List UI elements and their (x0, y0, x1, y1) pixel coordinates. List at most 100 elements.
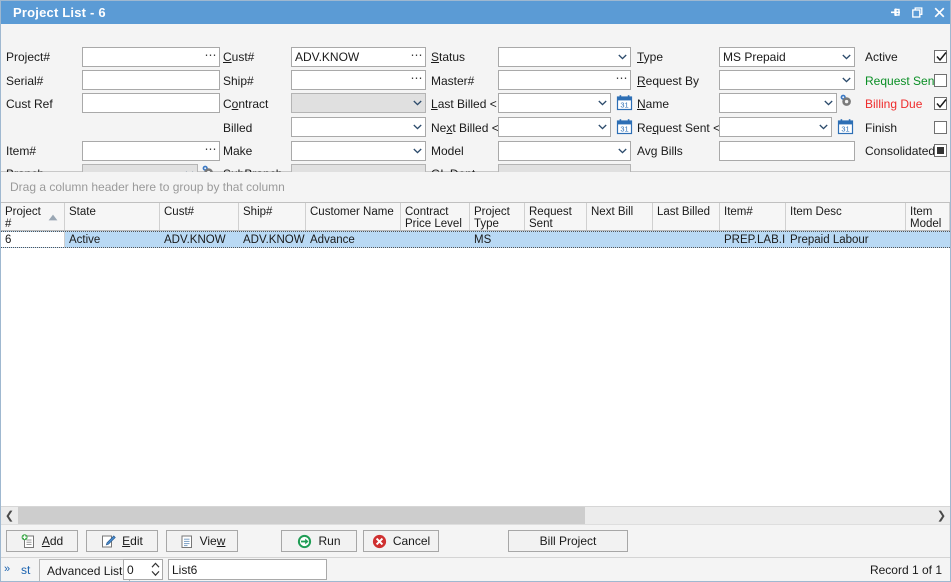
item-number-input[interactable]: ⋯ (82, 141, 220, 161)
request-sent-checkbox[interactable] (934, 74, 947, 87)
scrollbar-track[interactable] (18, 507, 933, 524)
run-button[interactable]: Run (281, 530, 357, 552)
close-icon[interactable] (928, 2, 950, 23)
scroll-right-icon[interactable]: ❯ (933, 507, 950, 524)
grid-column-header[interactable]: Item# (720, 203, 786, 230)
name-gear-icon[interactable] (838, 93, 853, 109)
table-cell (525, 232, 587, 247)
grid-column-header[interactable]: Item Desc (786, 203, 906, 230)
chevron-down-icon[interactable] (821, 100, 836, 106)
ellipsis-icon[interactable]: ⋯ (203, 49, 219, 64)
chevron-down-icon[interactable] (595, 100, 610, 106)
bill-project-button[interactable]: Bill Project (508, 530, 628, 552)
request-by-select[interactable] (719, 70, 855, 90)
ellipsis-icon[interactable]: ⋯ (203, 143, 219, 158)
consolidated-checkbox[interactable] (934, 144, 947, 157)
name-select[interactable] (719, 93, 837, 113)
grid-column-header[interactable]: Project Type (470, 203, 525, 230)
status-st-label[interactable]: st (21, 563, 30, 577)
grid-column-header[interactable]: Last Billed (653, 203, 720, 230)
grid-column-header[interactable]: Item Model (906, 203, 950, 230)
restore-icon[interactable] (906, 2, 928, 23)
scroll-left-icon[interactable]: ❮ (1, 507, 18, 524)
grid-column-header[interactable]: Next Bill (587, 203, 653, 230)
avg-bills-input[interactable] (719, 141, 855, 161)
ellipsis-icon[interactable]: ⋯ (409, 72, 425, 87)
list-name-value: List6 (172, 562, 198, 577)
edit-button[interactable]: Edit (86, 530, 158, 552)
table-cell: MS (474, 234, 492, 246)
grid-horizontal-scrollbar[interactable]: ❮ ❯ (1, 506, 950, 524)
tab-advanced-list[interactable]: Advanced List (39, 559, 131, 581)
run-button-label: Run (318, 534, 341, 548)
chevron-down-icon[interactable] (595, 124, 610, 130)
active-checkbox[interactable] (934, 50, 947, 63)
next-billed-calendar-icon[interactable]: 31 (615, 117, 634, 136)
view-button[interactable]: View (166, 530, 238, 552)
grid-column-header[interactable]: Cust# (160, 203, 239, 230)
grid-column-header[interactable]: State (65, 203, 160, 230)
chevron-down-icon[interactable] (410, 148, 425, 154)
pin-icon[interactable] (884, 2, 906, 23)
label-item-number: Item# (6, 144, 37, 158)
table-cell: Advance (310, 234, 355, 246)
chevron-down-icon[interactable] (410, 100, 425, 106)
grid-column-header[interactable]: Contract Price Level (401, 203, 470, 230)
master-number-input[interactable]: ⋯ (498, 70, 631, 90)
project-number-input[interactable]: ⋯ (82, 47, 220, 67)
edit-button-label: Edit (122, 534, 143, 548)
chevron-down-icon[interactable] (839, 77, 854, 83)
label-finish: Finish (865, 121, 898, 135)
last-billed-calendar-icon[interactable]: 31 (615, 93, 634, 112)
run-arrow-icon (297, 534, 312, 549)
chevron-down-icon[interactable] (410, 124, 425, 130)
cancel-button-label: Cancel (392, 534, 431, 548)
label-name: Name (637, 97, 670, 111)
chevron-down-icon (151, 570, 160, 577)
ellipsis-icon[interactable]: ⋯ (614, 72, 630, 87)
group-by-drop-area[interactable]: Drag a column header here to group by th… (1, 172, 950, 203)
grid-column-header[interactable]: Request Sent (525, 203, 587, 230)
record-spinner-value: 0 (127, 562, 134, 577)
type-value: MS Prepaid (723, 50, 786, 64)
grid-column-header[interactable]: Project # (1, 203, 65, 230)
model-select[interactable] (498, 141, 631, 161)
finish-checkbox[interactable] (934, 121, 947, 134)
svg-text:31: 31 (620, 125, 628, 134)
grid-column-header[interactable]: Ship# (239, 203, 306, 230)
ship-number-input[interactable]: ⋯ (291, 70, 426, 90)
grid-column-header[interactable]: Customer Name (306, 203, 401, 230)
request-sent-select[interactable] (719, 117, 832, 137)
chevron-down-icon[interactable] (615, 54, 630, 60)
status-select[interactable] (498, 47, 631, 67)
label-last-billed: Last Billed < (431, 97, 497, 111)
billed-select[interactable] (291, 117, 426, 137)
expand-chevron-icon[interactable]: » (4, 563, 10, 575)
cust-number-input[interactable]: ADV.KNOW ⋯ (291, 47, 426, 67)
table-cell (401, 232, 470, 247)
add-button[interactable]: Add (6, 530, 78, 552)
svg-text:31: 31 (620, 101, 628, 110)
contract-select[interactable] (291, 93, 426, 113)
spinner-arrows[interactable] (151, 562, 160, 577)
billing-due-checkbox[interactable] (934, 97, 947, 110)
request-sent-calendar-icon[interactable]: 31 (836, 117, 855, 136)
chevron-down-icon[interactable] (816, 124, 831, 130)
last-billed-select[interactable] (498, 93, 611, 113)
add-button-label: Add (41, 534, 64, 548)
serial-number-input[interactable] (82, 70, 220, 90)
table-row[interactable]: 6 Active ADV.KNOW ADV.KNOW Advance MS PREP.LAB… (1, 231, 950, 248)
record-spinner[interactable]: 0 (123, 559, 163, 580)
chevron-down-icon[interactable] (839, 54, 854, 60)
cust-ref-input[interactable] (82, 93, 220, 113)
list-name-input[interactable]: List6 (168, 559, 327, 580)
cancel-button[interactable]: Cancel (363, 530, 439, 552)
make-select[interactable] (291, 141, 426, 161)
sort-ascending-icon (48, 212, 58, 224)
window-title: Project List - 6 (13, 5, 106, 20)
ellipsis-icon[interactable]: ⋯ (409, 49, 425, 64)
next-billed-select[interactable] (498, 117, 611, 137)
type-select[interactable]: MS Prepaid (719, 47, 855, 67)
chevron-down-icon[interactable] (615, 148, 630, 154)
scrollbar-thumb[interactable] (18, 507, 586, 524)
